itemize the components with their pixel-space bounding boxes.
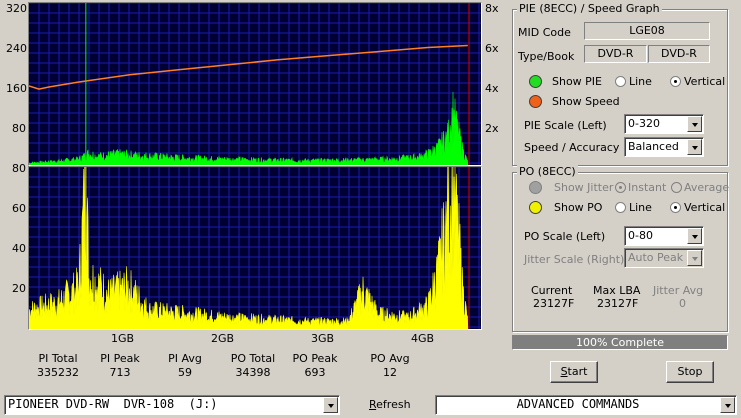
po-total-label: PO Total (230, 352, 276, 365)
po-y-tick: 40 (12, 242, 26, 255)
speed-accuracy-value: Balanced (628, 140, 679, 153)
pie-scale-select[interactable]: 0-320 (624, 114, 704, 134)
pie-vertical-radio[interactable] (670, 76, 681, 87)
commands-select[interactable]: ADVANCED COMMANDS (435, 395, 737, 415)
mid-code-value: LGE08 (629, 24, 665, 37)
jitter-average-label: Average (684, 181, 730, 194)
po-peak-label: PO Peak (292, 352, 338, 365)
max-lba-label: Max LBA (593, 284, 641, 297)
po-line-label[interactable]: Line (629, 201, 652, 214)
chevron-down-icon[interactable] (687, 116, 702, 132)
x-tick: 1GB (111, 332, 135, 345)
current-label: Current (531, 284, 573, 297)
drive-value: PIONEER DVD-RW DVR-108 (J:) (8, 397, 218, 411)
jitter-avg-value: 0 (679, 297, 686, 310)
refresh-link[interactable]: Refresh (369, 398, 411, 411)
po-vertical-radio[interactable] (670, 202, 681, 213)
po-peak-value: 693 (304, 366, 326, 379)
pie-line-radio[interactable] (615, 76, 626, 87)
po-y-tick: 20 (12, 282, 26, 295)
pie-y-tick: 160 (6, 82, 27, 95)
mid-code-field: LGE08 (584, 22, 710, 40)
pi-peak-label: PI Peak (100, 352, 140, 365)
progress-text: 100% Complete (576, 336, 664, 349)
show-po-label[interactable]: Show PO (554, 201, 602, 214)
po-y-tick: 80 (12, 162, 26, 175)
speed-y-tick: 4x (485, 82, 499, 95)
chevron-down-icon[interactable] (687, 139, 702, 155)
commands-value: ADVANCED COMMANDS (516, 397, 640, 411)
x-tick: 2GB (211, 332, 235, 345)
pie-y-tick: 80 (12, 122, 26, 135)
show-pie-label[interactable]: Show PIE (552, 75, 602, 88)
pie-y-tick: 320 (6, 2, 27, 15)
show-jitter-label: Show Jitter (554, 181, 614, 194)
x-tick: 4GB (411, 332, 435, 345)
type-value: DVD-R (597, 47, 634, 60)
book-field: DVD-R (648, 45, 710, 63)
po-total-value: 34398 (235, 366, 271, 379)
book-value: DVD-R (661, 47, 697, 60)
jitter-scale-value: Auto Peak (628, 251, 684, 264)
jitter-scale-label: Jitter Scale (Right) (524, 253, 625, 266)
po-groupbox-title: PO (8ECC) (517, 165, 578, 178)
po-graph-frame (28, 166, 482, 330)
po-vertical-label[interactable]: Vertical (684, 201, 725, 214)
progress-bar: 100% Complete (512, 335, 728, 350)
show-jitter-led-icon (529, 181, 542, 194)
jitter-avg-label: Jitter Avg (653, 284, 704, 297)
pi-avg-label: PI Avg (168, 352, 202, 365)
chevron-down-icon (687, 250, 702, 266)
po-graph (29, 167, 481, 329)
po-scale-value: 0-80 (628, 229, 653, 242)
series-po-area (29, 167, 469, 329)
chevron-down-icon[interactable] (323, 397, 338, 413)
chevron-down-icon[interactable] (687, 228, 702, 244)
pi-total-label: PI Total (38, 352, 78, 365)
speed-y-tick: 6x (485, 42, 499, 55)
speed-y-tick: 8x (485, 2, 499, 15)
jitter-average-radio (671, 182, 682, 193)
speed-accuracy-select[interactable]: Balanced (624, 137, 704, 157)
pie-scale-label: PIE Scale (Left) (524, 119, 607, 132)
type-field: DVD-R (584, 45, 647, 63)
po-y-tick: 60 (12, 202, 26, 215)
pie-vertical-label[interactable]: Vertical (684, 75, 725, 88)
jitter-instant-label: Instant (628, 181, 667, 194)
pi-avg-value: 59 (178, 366, 192, 379)
show-speed-label[interactable]: Show Speed (552, 95, 620, 108)
chevron-down-icon[interactable] (720, 397, 735, 413)
pie-scale-value: 0-320 (628, 117, 660, 130)
pi-peak-value: 713 (109, 366, 131, 379)
speed-y-tick: 2x (485, 122, 499, 135)
drive-select[interactable]: PIONEER DVD-RW DVR-108 (J:) (4, 395, 340, 415)
stop-button[interactable]: Stop (666, 361, 714, 383)
po-line-radio[interactable] (615, 202, 626, 213)
start-button[interactable]: Start (550, 361, 598, 383)
pie-graph-frame (28, 2, 482, 166)
type-book-label: Type/Book (518, 50, 575, 63)
mid-code-label: MID Code (518, 26, 571, 39)
pie-graph (29, 3, 481, 165)
pie-y-tick: 240 (6, 42, 27, 55)
po-scale-label: PO Scale (Left) (524, 230, 606, 243)
pie-line-label[interactable]: Line (629, 75, 652, 88)
speed-accuracy-label: Speed / Accuracy (524, 141, 620, 154)
pie-groupbox-title: PIE (8ECC) / Speed Graph (517, 2, 662, 15)
jitter-scale-select: Auto Peak (624, 248, 704, 268)
show-po-led-icon[interactable] (529, 201, 542, 214)
x-tick: 3GB (311, 332, 335, 345)
start-button-label: Start (560, 365, 588, 378)
po-scale-select[interactable]: 0-80 (624, 226, 704, 246)
current-value: 23127F (533, 297, 575, 310)
max-lba-value: 23127F (597, 297, 639, 310)
show-pie-led-icon[interactable] (529, 75, 542, 88)
stop-button-label: Stop (677, 365, 703, 378)
po-avg-value: 12 (383, 366, 397, 379)
po-avg-label: PO Avg (370, 352, 410, 365)
pi-total-value: 335232 (37, 366, 79, 379)
show-speed-led-icon[interactable] (529, 95, 542, 108)
jitter-instant-radio (615, 182, 626, 193)
